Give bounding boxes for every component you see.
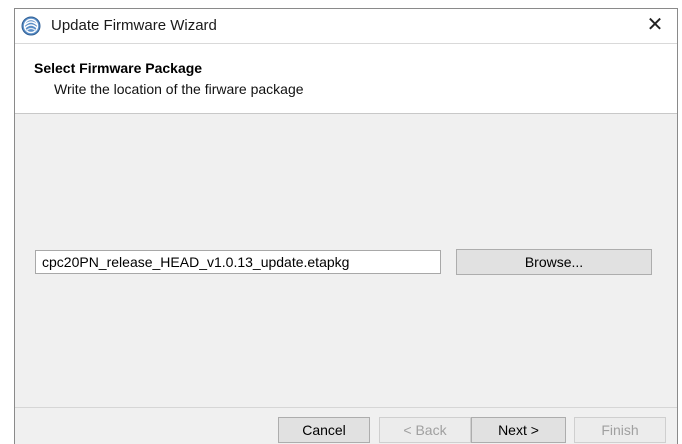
page-title: Select Firmware Package: [34, 60, 203, 76]
wizard-header: Select Firmware Package Write the locati…: [15, 43, 677, 114]
wizard-footer: Cancel < Back Next > Finish: [15, 408, 677, 444]
title-bar: Update Firmware Wizard ✕: [15, 9, 677, 43]
firmware-wizard-icon: [21, 16, 41, 36]
next-button[interactable]: Next >: [471, 417, 566, 443]
wizard-content: Browse...: [15, 114, 677, 408]
back-button[interactable]: < Back: [379, 417, 471, 443]
close-icon[interactable]: ✕: [643, 14, 667, 38]
cancel-button[interactable]: Cancel: [278, 417, 370, 443]
window-title: Update Firmware Wizard: [51, 17, 217, 34]
firmware-path-input[interactable]: [35, 250, 441, 274]
finish-button[interactable]: Finish: [574, 417, 666, 443]
page-description: Write the location of the firware packag…: [54, 81, 304, 97]
browse-button[interactable]: Browse...: [456, 249, 652, 275]
wizard-window: Update Firmware Wizard ✕ Select Firmware…: [14, 8, 678, 444]
